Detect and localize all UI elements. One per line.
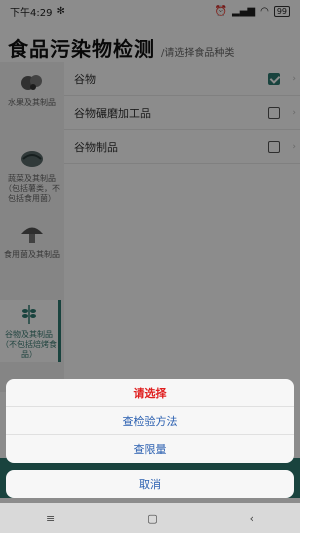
menu-icon[interactable]: ≡ (46, 512, 55, 525)
action-sheet-title: 请选择 (6, 379, 294, 407)
system-nav-bar: ≡ ▢ ‹ (0, 503, 300, 533)
action-sheet: 请选择 查检验方法 查限量 (6, 379, 294, 463)
check-limit-button[interactable]: 查限量 (6, 435, 294, 463)
home-icon[interactable]: ▢ (147, 512, 157, 525)
back-icon[interactable]: ‹ (250, 512, 254, 525)
check-method-button[interactable]: 查检验方法 (6, 407, 294, 435)
cancel-button[interactable]: 取消 (6, 470, 294, 498)
